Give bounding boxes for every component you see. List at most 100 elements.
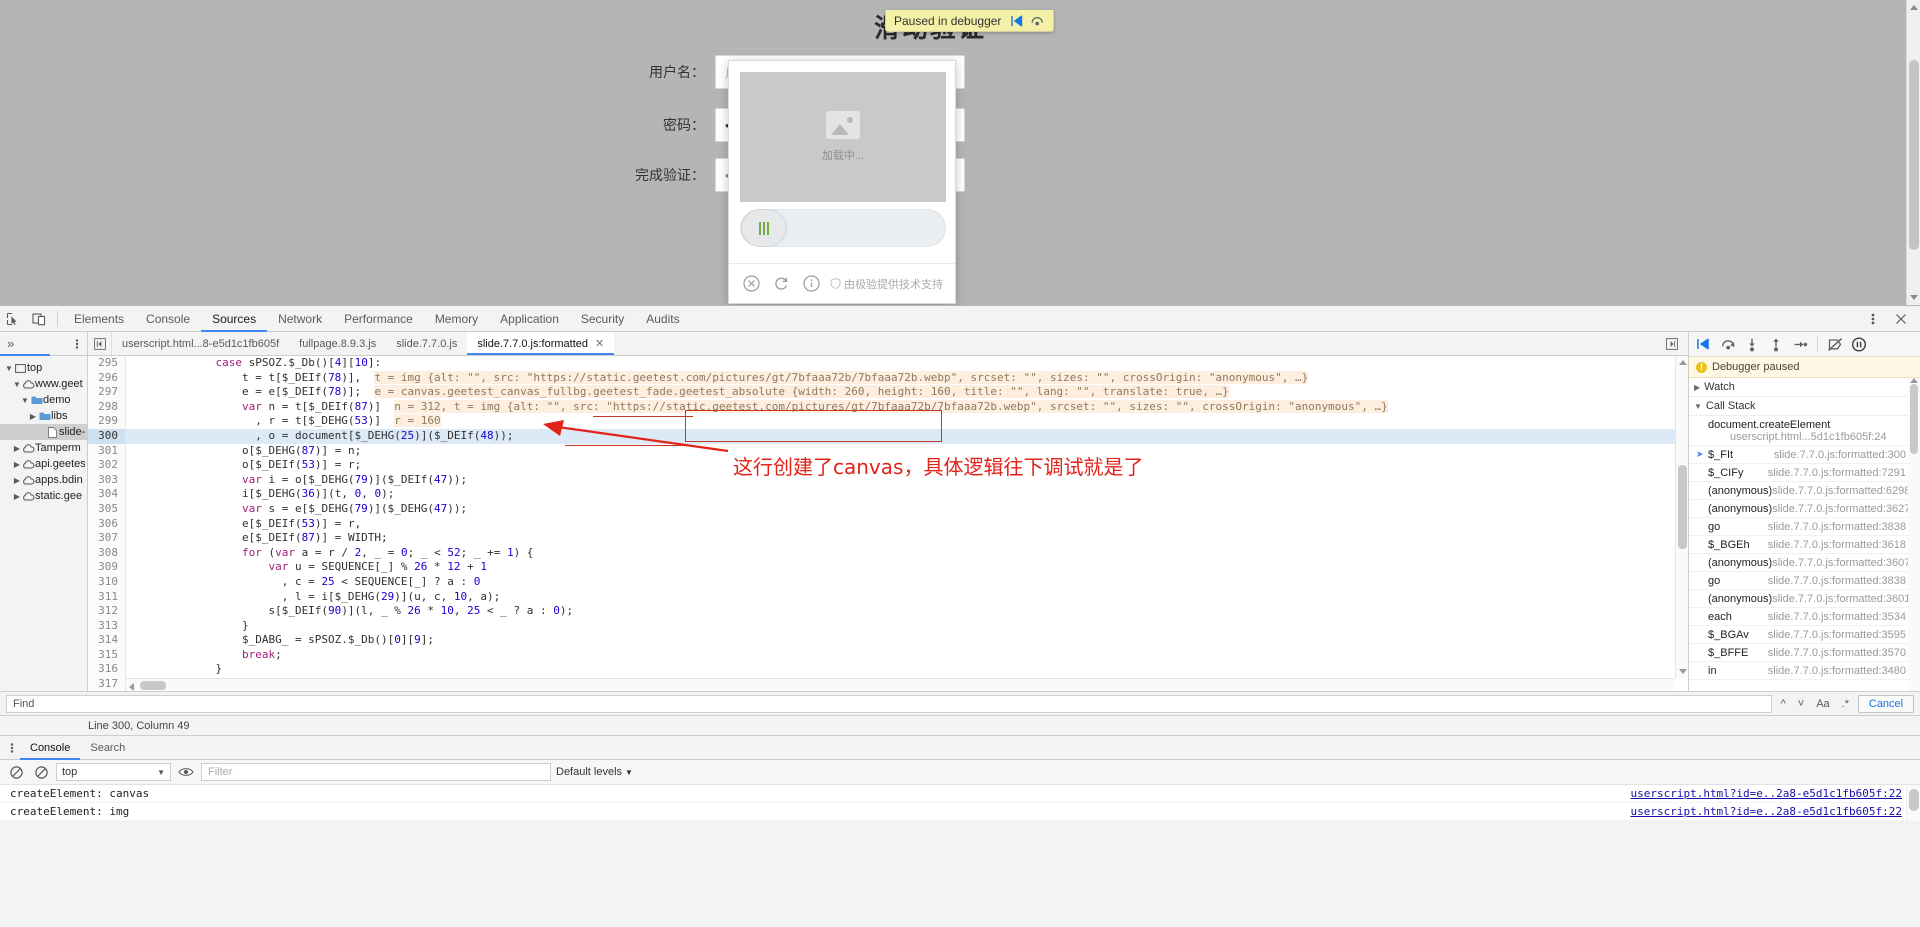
code-text[interactable]: for (var a = r / 2, _ = 0; _ < 52; _ += … bbox=[126, 546, 533, 561]
code-text[interactable]: s[$_DEIf(90)](l, _ % 26 * 10, 25 < _ ? a… bbox=[126, 604, 573, 619]
match-case-button[interactable]: Aa bbox=[1813, 698, 1832, 710]
tab-security[interactable]: Security bbox=[570, 306, 635, 332]
code-line[interactable]: 306 e[$_DEIf(53)] = r, bbox=[88, 516, 1688, 532]
tree-item-www-geetest[interactable]: ▼ www.geet bbox=[0, 376, 87, 392]
twisty-icon[interactable]: ▶ bbox=[12, 476, 22, 485]
page-scrollbar[interactable] bbox=[1906, 0, 1920, 305]
code-hscroll-thumb[interactable] bbox=[140, 681, 166, 690]
pause-on-exceptions-icon[interactable] bbox=[1848, 333, 1870, 355]
call-stack-location[interactable]: slide.7.7.0.js:formatted:3838 bbox=[1768, 521, 1920, 533]
code-line[interactable]: 302 o[$_DEIf(53)] = r; bbox=[88, 458, 1688, 473]
debugger-scrollbar[interactable] bbox=[1908, 378, 1920, 691]
console-scrollbar[interactable] bbox=[1906, 785, 1920, 821]
chevron-down-icon[interactable]: ▼ bbox=[625, 768, 633, 777]
editor-tab-fullpage[interactable]: fullpage.8.9.3.js bbox=[289, 332, 386, 355]
step-over-icon[interactable] bbox=[1027, 12, 1047, 30]
code-line[interactable]: 295 case sPSOZ.$_Db()[4][10]: bbox=[88, 356, 1688, 371]
resume-icon[interactable] bbox=[1007, 12, 1027, 30]
code-text[interactable]: var i = o[$_DEHG(79)]($_DEIf(47)); bbox=[126, 473, 467, 488]
code-line[interactable]: 299 , r = t[$_DEHG(53)] r = 160 bbox=[88, 414, 1688, 429]
call-stack-location[interactable]: slide.7.7.0.js:formatted:6298 bbox=[1772, 485, 1920, 497]
call-stack-frame[interactable]: (anonymous) slide.7.7.0.js:formatted:6298 bbox=[1689, 482, 1920, 500]
tree-item-top[interactable]: ▼ top bbox=[0, 360, 87, 376]
line-number[interactable]: 303 bbox=[88, 472, 126, 488]
code-line[interactable]: 298 var n = t[$_DEIf(87)] n = 312, t = i… bbox=[88, 399, 1688, 415]
call-stack-frame[interactable]: (anonymous) slide.7.7.0.js:formatted:3601 bbox=[1689, 590, 1920, 608]
call-stack-location[interactable]: slide.7.7.0.js:formatted:3570 bbox=[1768, 647, 1920, 659]
line-number[interactable]: 316 bbox=[88, 662, 126, 678]
call-stack-location[interactable]: userscript.html...5d1c1fb605f:24 bbox=[1730, 431, 1887, 443]
code-text[interactable]: } bbox=[126, 619, 249, 634]
line-number[interactable]: 309 bbox=[88, 560, 126, 575]
console-scrollbar-thumb[interactable] bbox=[1909, 789, 1919, 811]
refresh-icon[interactable] bbox=[771, 271, 793, 297]
call-stack-location[interactable]: slide.7.7.0.js:formatted:3627 bbox=[1772, 503, 1920, 515]
chevron-down-icon[interactable]: ▼ bbox=[1694, 402, 1702, 411]
page-scrollbar-thumb[interactable] bbox=[1909, 60, 1919, 250]
step-out-icon[interactable] bbox=[1765, 333, 1787, 355]
tree-item-demo[interactable]: ▼ demo bbox=[0, 392, 87, 408]
code-text[interactable]: break; bbox=[126, 648, 282, 663]
call-stack-frame[interactable]: $_CIFy slide.7.7.0.js:formatted:7291 bbox=[1689, 464, 1920, 482]
tree-item-api-geetest[interactable]: ▶ api.geetes bbox=[0, 456, 87, 472]
code-viewport[interactable]: 295 case sPSOZ.$_Db()[4][10]: 296 t = t[$… bbox=[88, 356, 1688, 691]
code-text[interactable]: e[$_DEIf(87)] = WIDTH; bbox=[126, 531, 388, 546]
tab-sources[interactable]: Sources bbox=[201, 306, 267, 332]
line-number[interactable]: 299 bbox=[88, 414, 126, 429]
code-line[interactable]: 304 i[$_DEHG(36)](t, 0, 0); bbox=[88, 487, 1688, 502]
tab-performance[interactable]: Performance bbox=[333, 306, 424, 332]
tree-item-static-geetest[interactable]: ▶ static.gee bbox=[0, 488, 87, 504]
code-text[interactable]: , c = 25 < SEQUENCE[_] ? a : 0 bbox=[126, 575, 481, 590]
step-icon[interactable] bbox=[1789, 333, 1811, 355]
call-stack-location[interactable]: slide.7.7.0.js:formatted:7291 bbox=[1768, 467, 1920, 479]
code-text[interactable]: case sPSOZ.$_Db()[4][10]: bbox=[126, 356, 381, 371]
code-line[interactable]: 313 } bbox=[88, 618, 1688, 634]
call-stack-location[interactable]: slide.7.7.0.js:formatted:3595 bbox=[1768, 629, 1920, 641]
line-number[interactable]: 300 bbox=[88, 428, 126, 444]
section-watch[interactable]: ▶ Watch bbox=[1689, 378, 1920, 397]
device-toolbar-icon[interactable] bbox=[26, 307, 52, 331]
code-line[interactable]: 297 e = e[$_DEIf(78)]; e = canvas.geetes… bbox=[88, 385, 1688, 400]
tab-elements[interactable]: Elements bbox=[63, 306, 135, 332]
line-number[interactable]: 302 bbox=[88, 458, 126, 473]
code-text[interactable]: var u = SEQUENCE[_] % 26 * 12 + 1 bbox=[126, 560, 487, 575]
code-line[interactable]: 296 t = t[$_DEIf(78)], t = img {alt: "",… bbox=[88, 370, 1688, 386]
chevron-right-icon[interactable]: ▶ bbox=[1694, 383, 1700, 392]
code-text[interactable]: e = e[$_DEIf(78)]; e = canvas.geetest_ca… bbox=[126, 385, 1229, 400]
code-line[interactable]: 303 var i = o[$_DEHG(79)]($_DEIf(47)); bbox=[88, 472, 1688, 488]
code-text[interactable]: , r = t[$_DEHG(53)] r = 160 bbox=[126, 414, 441, 429]
inspect-element-icon[interactable] bbox=[0, 307, 26, 331]
find-next-icon[interactable]: ˅ bbox=[1795, 698, 1807, 710]
code-line[interactable]: 314 $_DABG_ = sPSOZ.$_Db()[0][9]; bbox=[88, 633, 1688, 648]
line-number[interactable]: 301 bbox=[88, 443, 126, 459]
deactivate-breakpoints-icon[interactable] bbox=[1824, 333, 1846, 355]
twisty-icon[interactable]: ▶ bbox=[12, 444, 22, 453]
call-stack-frame[interactable]: (anonymous) slide.7.7.0.js:formatted:3607 bbox=[1689, 554, 1920, 572]
info-icon[interactable] bbox=[800, 271, 822, 297]
code-text[interactable]: $_DABG_ = sPSOZ.$_Db()[0][9]; bbox=[126, 633, 434, 648]
code-text[interactable]: var s = e[$_DEHG(79)]($_DEHG(47)); bbox=[126, 502, 467, 517]
drawer-tab-search[interactable]: Search bbox=[80, 736, 135, 760]
code-text[interactable]: e[$_DEIf(53)] = r, bbox=[126, 517, 361, 532]
code-horizontal-scrollbar[interactable] bbox=[126, 678, 1675, 691]
code-line[interactable]: 300 , o = document[$_DEHG(25)]($_DEIf(48… bbox=[88, 428, 1688, 444]
tab-console[interactable]: Console bbox=[135, 306, 201, 332]
close-icon[interactable] bbox=[741, 271, 763, 297]
code-text[interactable]: i[$_DEHG(36)](t, 0, 0); bbox=[126, 487, 394, 502]
tab-memory[interactable]: Memory bbox=[424, 306, 489, 332]
code-line[interactable]: 307 e[$_DEIf(87)] = WIDTH; bbox=[88, 531, 1688, 546]
call-stack-frame[interactable]: $_BFFE slide.7.7.0.js:formatted:3570 bbox=[1689, 644, 1920, 662]
call-stack-frame[interactable]: each slide.7.7.0.js:formatted:3534 bbox=[1689, 608, 1920, 626]
code-text[interactable]: o[$_DEHG(87)] = n; bbox=[126, 444, 361, 459]
code-text[interactable]: , l = i[$_DEHG(29)](u, c, 10, a); bbox=[126, 590, 501, 605]
code-text[interactable]: var n = t[$_DEIf(87)] n = 312, t = img {… bbox=[126, 399, 1388, 415]
code-line[interactable]: 315 break; bbox=[88, 647, 1688, 663]
line-number[interactable]: 306 bbox=[88, 516, 126, 532]
code-line[interactable]: 310 , c = 25 < SEQUENCE[_] ? a : 0 bbox=[88, 574, 1688, 590]
call-stack-location[interactable]: slide.7.7.0.js:formatted:3534 bbox=[1768, 611, 1920, 623]
regex-button[interactable]: .* bbox=[1839, 698, 1852, 710]
line-number[interactable]: 310 bbox=[88, 574, 126, 590]
line-number[interactable]: 307 bbox=[88, 531, 126, 546]
console-levels-dropdown[interactable]: Default levels ▼ bbox=[556, 766, 633, 778]
scroll-up-arrow-icon[interactable] bbox=[1910, 378, 1918, 383]
